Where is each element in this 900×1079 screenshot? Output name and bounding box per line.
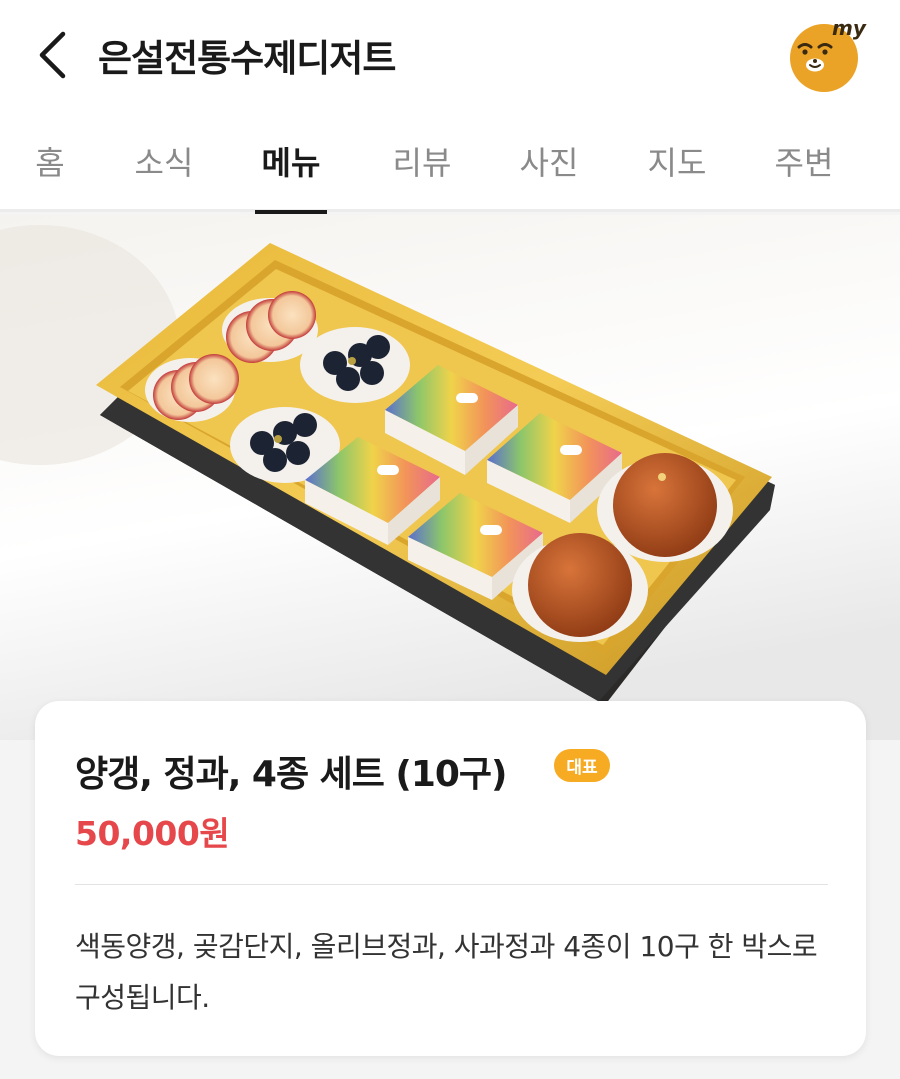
tab-photos[interactable]: 사진 <box>507 110 591 212</box>
tab-label: 소식 <box>134 144 194 182</box>
menu-item-description: 색동양갱, 곶감단지, 올리브정과, 사과정과 4종이 10구 한 박스로 구성… <box>75 930 818 1014</box>
tab-label: 주변 <box>774 144 834 182</box>
signature-badge: 대표 <box>554 749 610 782</box>
tab-home[interactable]: 홈 <box>14 110 86 212</box>
menu-item-price: 50,000원 <box>75 814 230 853</box>
tab-nearby[interactable]: 주변 <box>762 110 846 212</box>
tab-map[interactable]: 지도 <box>635 110 719 212</box>
svg-text:my: my <box>832 16 867 40</box>
tab-reviews[interactable]: 리뷰 <box>380 110 464 212</box>
chevron-left-icon <box>39 31 66 79</box>
active-tab-indicator <box>255 210 327 214</box>
menu-photo[interactable] <box>0 215 900 740</box>
page-title: 은설전통수제디저트 <box>98 37 396 80</box>
tab-label: 지도 <box>647 144 707 182</box>
my-profile-avatar[interactable]: my <box>786 14 868 96</box>
menu-item-card: 양갱, 정과, 4종 세트 (10구) 대표 50,000원 색동양갱, 곶감단… <box>35 701 866 1056</box>
tab-label: 메뉴 <box>261 144 321 182</box>
tab-label: 리뷰 <box>392 144 452 182</box>
tab-bar: 홈 소식 메뉴 리뷰 사진 지도 주변 <box>0 110 900 214</box>
menu-item-name: 양갱, 정과, 4종 세트 (10구) <box>75 754 507 795</box>
dessert-box-image <box>0 215 900 740</box>
back-button[interactable] <box>22 22 82 88</box>
tab-menu[interactable]: 메뉴 <box>255 110 327 214</box>
tab-label: 사진 <box>519 144 579 182</box>
app-header: 은설전통수제디저트 my <box>0 0 900 110</box>
tab-news[interactable]: 소식 <box>122 110 206 212</box>
character-avatar-icon: my <box>790 16 867 92</box>
divider <box>75 884 828 885</box>
tab-label: 홈 <box>35 144 65 182</box>
